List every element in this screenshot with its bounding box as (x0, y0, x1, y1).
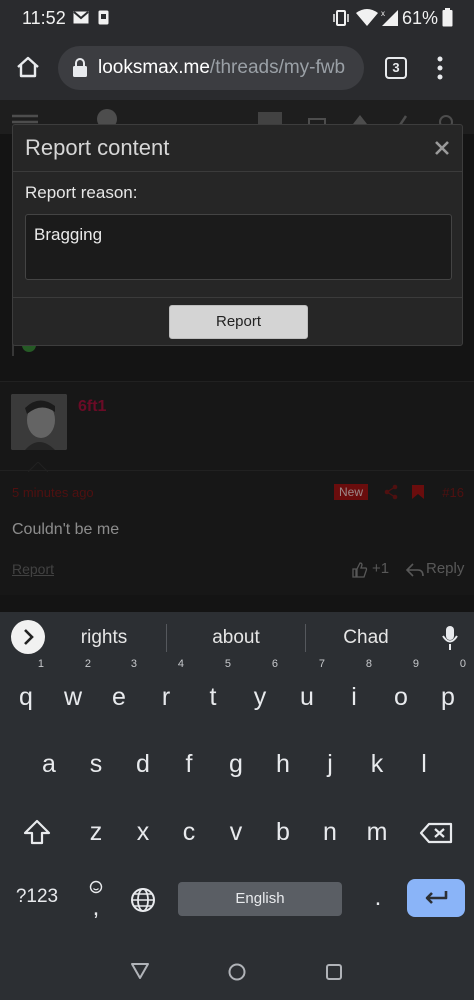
suggestion-3[interactable]: Chad (306, 627, 426, 649)
chevron-right-icon (24, 629, 34, 645)
key-n[interactable]: n (307, 804, 353, 860)
gmail-icon (73, 11, 89, 24)
battery-percent: 61% (401, 8, 438, 28)
key-p-hint: 0 (459, 658, 466, 670)
key-j[interactable]: j (307, 736, 353, 792)
space-bar[interactable]: English (178, 882, 342, 916)
key-z[interactable]: z (73, 804, 119, 860)
key-q-hint: 1 (37, 658, 44, 670)
key-a[interactable]: a (26, 736, 72, 792)
emoji-icon[interactable] (89, 880, 103, 894)
key-r[interactable]: r4 (143, 658, 189, 725)
address-bar[interactable]: looksmax.me/threads/my-fwb (58, 46, 364, 90)
key-u[interactable]: u7 (284, 658, 330, 725)
key-w[interactable]: w2 (50, 658, 96, 725)
key-x[interactable]: x (120, 804, 166, 860)
suggestion-strip: rights about Chad (0, 612, 474, 664)
key-i-label: i (351, 683, 357, 711)
key-o-hint: 9 (412, 658, 419, 670)
tab-switcher-button[interactable]: 3 (385, 57, 407, 79)
key-e-label: e (112, 683, 126, 711)
more-menu-icon[interactable] (436, 56, 444, 80)
divider (13, 171, 462, 172)
key-q[interactable]: q1 (3, 658, 49, 725)
divider (13, 297, 462, 298)
dialog-title: Report content (25, 135, 170, 160)
globe-icon[interactable] (130, 887, 156, 913)
status-time: 11:52 (22, 8, 66, 28)
key-g[interactable]: g (213, 736, 259, 792)
key-c[interactable]: c (166, 804, 212, 860)
period-key[interactable]: . (366, 884, 390, 912)
key-m[interactable]: m (354, 804, 400, 860)
expand-toolbar-button[interactable] (11, 620, 45, 654)
close-icon[interactable] (434, 140, 450, 156)
key-t[interactable]: t5 (190, 658, 236, 725)
shift-icon[interactable] (23, 818, 51, 846)
key-r-hint: 4 (177, 658, 184, 670)
vibrate-icon (333, 10, 349, 26)
key-o-label: o (394, 683, 408, 711)
browser-toolbar: looksmax.me/threads/my-fwb 3 (0, 36, 474, 100)
key-u-label: u (300, 683, 314, 711)
key-w-label: w (63, 683, 83, 711)
svg-text:x: x (381, 9, 385, 18)
key-b[interactable]: b (260, 804, 306, 860)
divider (166, 624, 167, 652)
key-i[interactable]: i8 (331, 658, 377, 725)
phone-notification-icon (98, 10, 109, 25)
url-path: /threads/my-fwb (209, 57, 346, 78)
key-p-label: p (441, 683, 455, 711)
key-l[interactable]: l (401, 736, 447, 792)
wifi-icon (356, 9, 378, 26)
url-text: looksmax.me/threads/my-fwb (98, 57, 360, 79)
suggestion-2[interactable]: about (176, 627, 296, 649)
key-e-hint: 3 (130, 658, 137, 670)
backspace-icon[interactable] (419, 822, 453, 844)
system-navigation-bar (0, 950, 474, 1000)
reason-textarea[interactable]: Bragging (25, 214, 452, 280)
enter-key[interactable] (407, 879, 465, 917)
on-screen-keyboard: rights about Chad q1 w2 e3 r4 t5 y6 u7 i… (0, 612, 474, 950)
key-d[interactable]: d (120, 736, 166, 792)
key-y-label: y (253, 683, 267, 711)
report-dialog: Report content Report reason: Bragging R… (12, 124, 463, 346)
key-k[interactable]: k (354, 736, 400, 792)
key-r-label: r (161, 683, 171, 711)
key-t-label: t (209, 683, 217, 711)
key-w-hint: 2 (84, 658, 91, 670)
back-icon[interactable] (130, 962, 150, 980)
recents-icon[interactable] (325, 963, 343, 981)
web-page: 6ft1 5 minutes ago New #16 Couldn't be m… (0, 100, 474, 612)
suggestion-1[interactable]: rights (44, 627, 164, 649)
lock-icon (73, 58, 87, 77)
symbols-key[interactable]: ?123 (6, 886, 68, 908)
report-submit-button[interactable]: Report (169, 305, 308, 339)
microphone-icon[interactable] (441, 625, 459, 651)
key-y-hint: 6 (271, 658, 278, 670)
key-h[interactable]: h (260, 736, 306, 792)
status-bar: 11:52 x 61% (0, 0, 474, 36)
key-s[interactable]: s (73, 736, 119, 792)
key-e[interactable]: e3 (96, 658, 142, 725)
home-button-icon[interactable] (227, 962, 247, 982)
url-host: looksmax.me (98, 57, 210, 78)
key-u-hint: 7 (318, 658, 325, 670)
key-o[interactable]: o9 (378, 658, 424, 725)
key-p[interactable]: p0 (425, 658, 471, 725)
battery-icon (442, 8, 453, 27)
key-v[interactable]: v (213, 804, 259, 860)
key-f[interactable]: f (166, 736, 212, 792)
home-icon[interactable] (16, 56, 40, 78)
comma-key[interactable]: , (84, 894, 108, 922)
key-y[interactable]: y6 (237, 658, 283, 725)
key-t-hint: 5 (224, 658, 231, 670)
key-i-hint: 8 (365, 658, 372, 670)
reason-label: Report reason: (25, 183, 138, 202)
key-q-label: q (19, 683, 33, 711)
signal-icon: x (381, 9, 398, 26)
enter-arrow-icon (425, 891, 448, 904)
